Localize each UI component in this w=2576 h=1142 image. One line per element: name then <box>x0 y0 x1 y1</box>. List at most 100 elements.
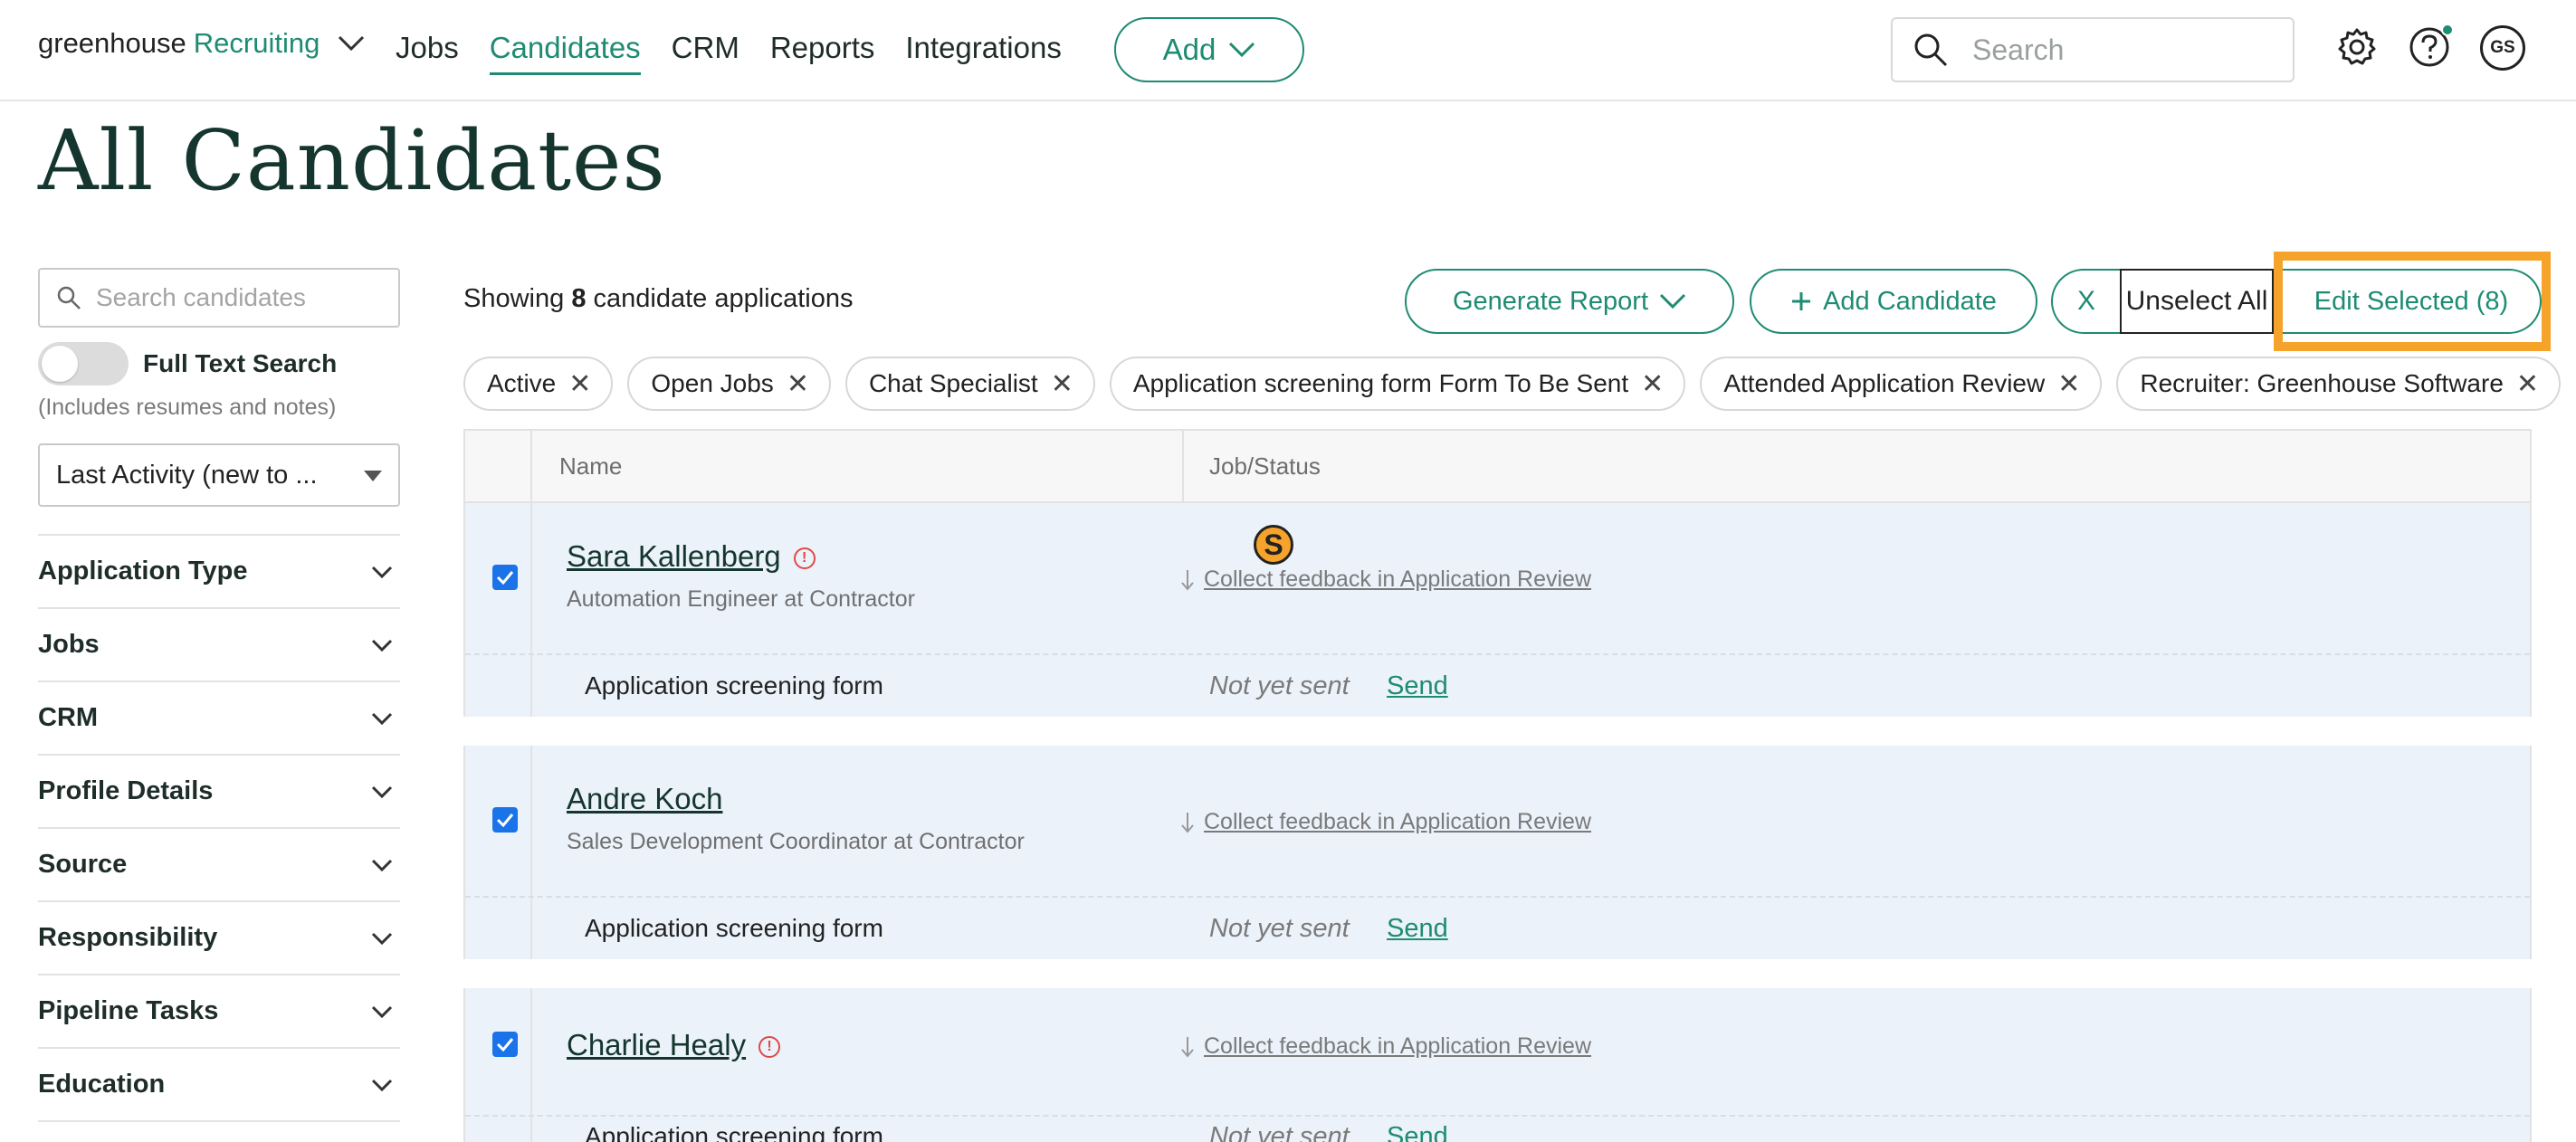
showing-count: 8 <box>571 284 587 313</box>
results-count: Showing 8 candidate applications <box>463 284 854 314</box>
nav-link-reports[interactable]: Reports <box>770 31 875 75</box>
table-row: Sara Kallenberg! Automation Engineer at … <box>463 503 2532 717</box>
alert-icon[interactable]: ! <box>793 547 816 570</box>
close-icon[interactable]: ✕ <box>787 368 809 400</box>
candidate-name: Charlie Healy <box>567 1028 747 1061</box>
full-text-search-toggle[interactable] <box>38 342 129 385</box>
arrow-down-icon <box>1181 812 1194 833</box>
full-text-search-row: Full Text Search <box>38 342 337 385</box>
column-divider <box>530 431 532 501</box>
chevron-down-icon <box>371 566 393 578</box>
chevron-down-icon <box>1229 42 1255 58</box>
filter-facets: Application Type Jobs CRM Profile Detail… <box>38 534 400 1122</box>
sort-select-value: Last Activity (new to ... <box>56 460 318 490</box>
chevron-down-icon <box>371 1005 393 1018</box>
notification-dot <box>2441 24 2454 36</box>
facet-label: Responsibility <box>38 923 218 952</box>
filter-chip-recruiter: Recruiter: Greenhouse Software ✕ <box>2116 357 2562 411</box>
row-checkbox[interactable] <box>492 1032 518 1057</box>
plus-icon <box>1792 292 1811 310</box>
nav-link-crm[interactable]: CRM <box>672 31 739 75</box>
nav-link-jobs[interactable]: Jobs <box>396 31 459 75</box>
row-checkbox[interactable] <box>492 807 518 833</box>
generate-report-label: Generate Report <box>1452 286 1648 316</box>
candidate-name: Andre Koch <box>567 782 723 815</box>
send-form-link[interactable]: Send <box>1387 914 1448 944</box>
arrow-down-icon <box>1181 569 1194 591</box>
job-status[interactable]: Collect feedback in Application Review <box>1180 1033 1591 1060</box>
chip-label: Open Jobs <box>651 369 774 397</box>
chevron-down-icon[interactable] <box>338 35 365 52</box>
logo-accent-text: Recruiting <box>193 27 320 59</box>
column-header-name[interactable]: Name <box>559 431 622 501</box>
candidate-search[interactable] <box>38 268 400 328</box>
table-header: Name Job/Status <box>463 429 2532 503</box>
add-candidate-button[interactable]: Add Candidate <box>1750 269 2037 334</box>
chip-label: Attended Application Review <box>1723 369 2046 397</box>
avatar[interactable]: GS <box>2480 25 2525 71</box>
chip-label: Active <box>487 369 557 397</box>
add-button[interactable]: Add <box>1114 17 1304 82</box>
candidate-name-link[interactable]: Sara Kallenberg! <box>567 539 816 574</box>
close-icon[interactable]: ✕ <box>2516 368 2539 400</box>
facet-responsibility[interactable]: Responsibility <box>38 902 400 975</box>
facet-source[interactable]: Source <box>38 829 400 902</box>
selection-controls: X Unselect All <box>2051 269 2274 334</box>
greenhouse-logo[interactable]: greenhouse Recruiting <box>38 27 365 60</box>
alert-icon[interactable]: ! <box>758 1036 781 1059</box>
filter-chip-application-review: Attended Application Review ✕ <box>1700 357 2103 411</box>
cursor-marker: S <box>1254 525 1293 565</box>
sort-select[interactable]: Last Activity (new to ... <box>38 443 400 507</box>
facet-label: Pipeline Tasks <box>38 996 219 1025</box>
generate-report-button[interactable]: Generate Report <box>1405 269 1734 334</box>
main-nav-links: Jobs Candidates CRM Reports Integrations <box>396 31 1062 75</box>
nav-link-candidates[interactable]: Candidates <box>489 31 641 75</box>
candidate-name-link[interactable]: Charlie Healy! <box>567 1028 781 1062</box>
column-divider <box>1182 431 1184 501</box>
chevron-down-icon <box>371 712 393 725</box>
checkmark-icon <box>496 571 514 585</box>
edit-selected-button[interactable]: Edit Selected (8) <box>2283 269 2542 334</box>
job-status-link[interactable]: Collect feedback in Application Review <box>1204 1033 1591 1060</box>
filter-chip-active: Active ✕ <box>463 357 614 411</box>
facet-education[interactable]: Education <box>38 1049 400 1122</box>
chip-label: Chat Specialist <box>868 369 1038 397</box>
facet-label: Profile Details <box>38 776 214 805</box>
close-icon[interactable]: ✕ <box>568 368 591 400</box>
candidate-search-input[interactable] <box>96 283 386 312</box>
unselect-all-button[interactable]: Unselect All <box>2120 269 2274 334</box>
facet-pipeline-tasks[interactable]: Pipeline Tasks <box>38 975 400 1049</box>
facet-profile-details[interactable]: Profile Details <box>38 756 400 829</box>
candidate-name-link[interactable]: Andre Koch <box>567 782 722 816</box>
job-status[interactable]: Collect feedback in Application Review <box>1180 809 1591 835</box>
job-status-link[interactable]: Collect feedback in Application Review <box>1204 566 1591 593</box>
facet-label: Source <box>38 850 128 879</box>
job-status-link[interactable]: Collect feedback in Application Review <box>1204 809 1591 835</box>
chevron-down-icon <box>371 785 393 798</box>
global-search[interactable] <box>1891 17 2295 82</box>
arrow-down-icon <box>1181 1036 1194 1058</box>
row-main: Charlie Healy! Collect feedback in Appli… <box>465 988 2530 1115</box>
close-icon[interactable]: ✕ <box>2057 368 2080 400</box>
close-icon[interactable]: ✕ <box>1641 368 1664 400</box>
table-row: Andre Koch Sales Development Coordinator… <box>463 746 2532 959</box>
search-icon <box>1914 33 1948 67</box>
full-text-search-label: Full Text Search <box>143 349 338 377</box>
nav-link-integrations[interactable]: Integrations <box>905 31 1061 75</box>
filter-chip-open-jobs: Open Jobs ✕ <box>627 357 831 411</box>
gear-icon[interactable] <box>2333 24 2380 71</box>
global-search-input[interactable] <box>1972 33 2262 67</box>
send-form-link[interactable]: Send <box>1387 671 1448 701</box>
row-checkbox[interactable] <box>492 565 518 590</box>
send-form-link[interactable]: Send <box>1387 1122 1448 1142</box>
facet-crm[interactable]: CRM <box>38 682 400 756</box>
clear-selection-button[interactable]: X <box>2051 269 2120 334</box>
close-icon[interactable]: ✕ <box>1051 368 1073 400</box>
row-form: Application screening form Not yet sent … <box>465 896 2530 959</box>
facet-application-type[interactable]: Application Type <box>38 536 400 609</box>
candidate-name: Sara Kallenberg <box>567 539 781 573</box>
facet-jobs[interactable]: Jobs <box>38 609 400 682</box>
job-status[interactable]: Collect feedback in Application Review <box>1180 566 1591 593</box>
row-form: Application screening form Not yet sent … <box>465 653 2530 717</box>
column-header-job-status: Job/Status <box>1209 452 1321 480</box>
